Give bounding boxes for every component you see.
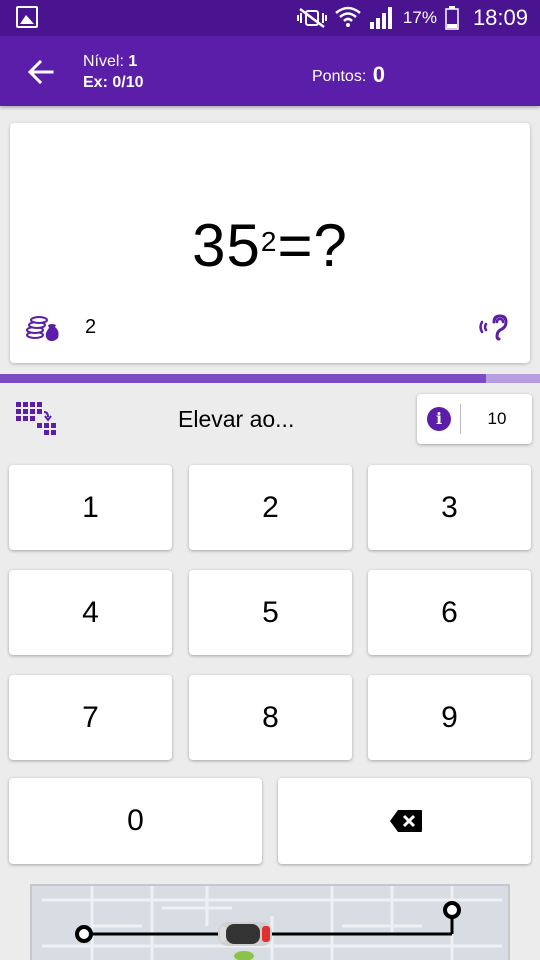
points-value: 0 [372,62,385,87]
key-4[interactable]: 4 [9,570,172,655]
backspace-icon [390,810,422,832]
level-row: Nível: 1 [83,51,144,72]
level-value: 1 [128,53,138,70]
question-suffix: =? [277,212,348,279]
listen-ear-icon[interactable] [476,309,512,345]
progress-bar [0,374,540,383]
key-1[interactable]: 1 [9,465,172,550]
task-hint: Elevar ao... [178,406,295,432]
gallery-icon [16,6,38,28]
question-exponent: 2 [260,226,278,257]
key-0[interactable]: 0 [9,778,262,864]
info-icon: i [427,407,451,431]
battery-icon [445,6,459,30]
exercise-row: Ex: 0/10 [83,72,144,93]
route-map [30,884,510,960]
status-icons: 17% 18:09 [296,0,528,36]
info-button[interactable]: i 10 [417,394,532,444]
level-info: Nível: 1 Ex: 0/10 [83,51,144,93]
back-button[interactable] [22,56,60,88]
key-2[interactable]: 2 [189,465,352,550]
key-8[interactable]: 8 [189,675,352,760]
points-display: Pontos: 0 [312,61,385,87]
key-9[interactable]: 9 [368,675,531,760]
question-base: 35 [192,212,261,279]
info-separator [460,404,461,434]
question-card: 352=? 2 [10,123,530,363]
signal-icon [369,7,392,29]
exercise-label: Ex: [83,74,108,91]
exercise-value: 0/10 [112,74,144,91]
dot-grid-icon[interactable] [14,400,58,440]
arrow-back-icon [27,59,54,85]
question-text: 352=? [10,211,530,281]
wifi-icon [335,6,361,27]
mute-vibrate-icon [296,8,327,28]
clock: 18:09 [472,5,528,30]
backspace-button[interactable] [278,778,531,864]
key-5[interactable]: 5 [189,570,352,655]
coins-icon [26,316,59,342]
key-7[interactable]: 7 [9,675,172,760]
points-label: Pontos: [312,68,367,85]
level-label: Nível: [83,53,124,70]
route-illustration [42,886,502,960]
status-bar: 17% 18:09 [0,0,540,36]
progress-fill [0,374,486,383]
key-6[interactable]: 6 [368,570,531,655]
app-bar: Nível: 1 Ex: 0/10 Pontos: 0 [0,36,540,106]
coins-count: 2 [85,316,97,338]
battery-percent: 17% [402,8,437,27]
info-value: 10 [487,409,507,428]
car-icon [218,922,272,960]
key-3[interactable]: 3 [368,465,531,550]
